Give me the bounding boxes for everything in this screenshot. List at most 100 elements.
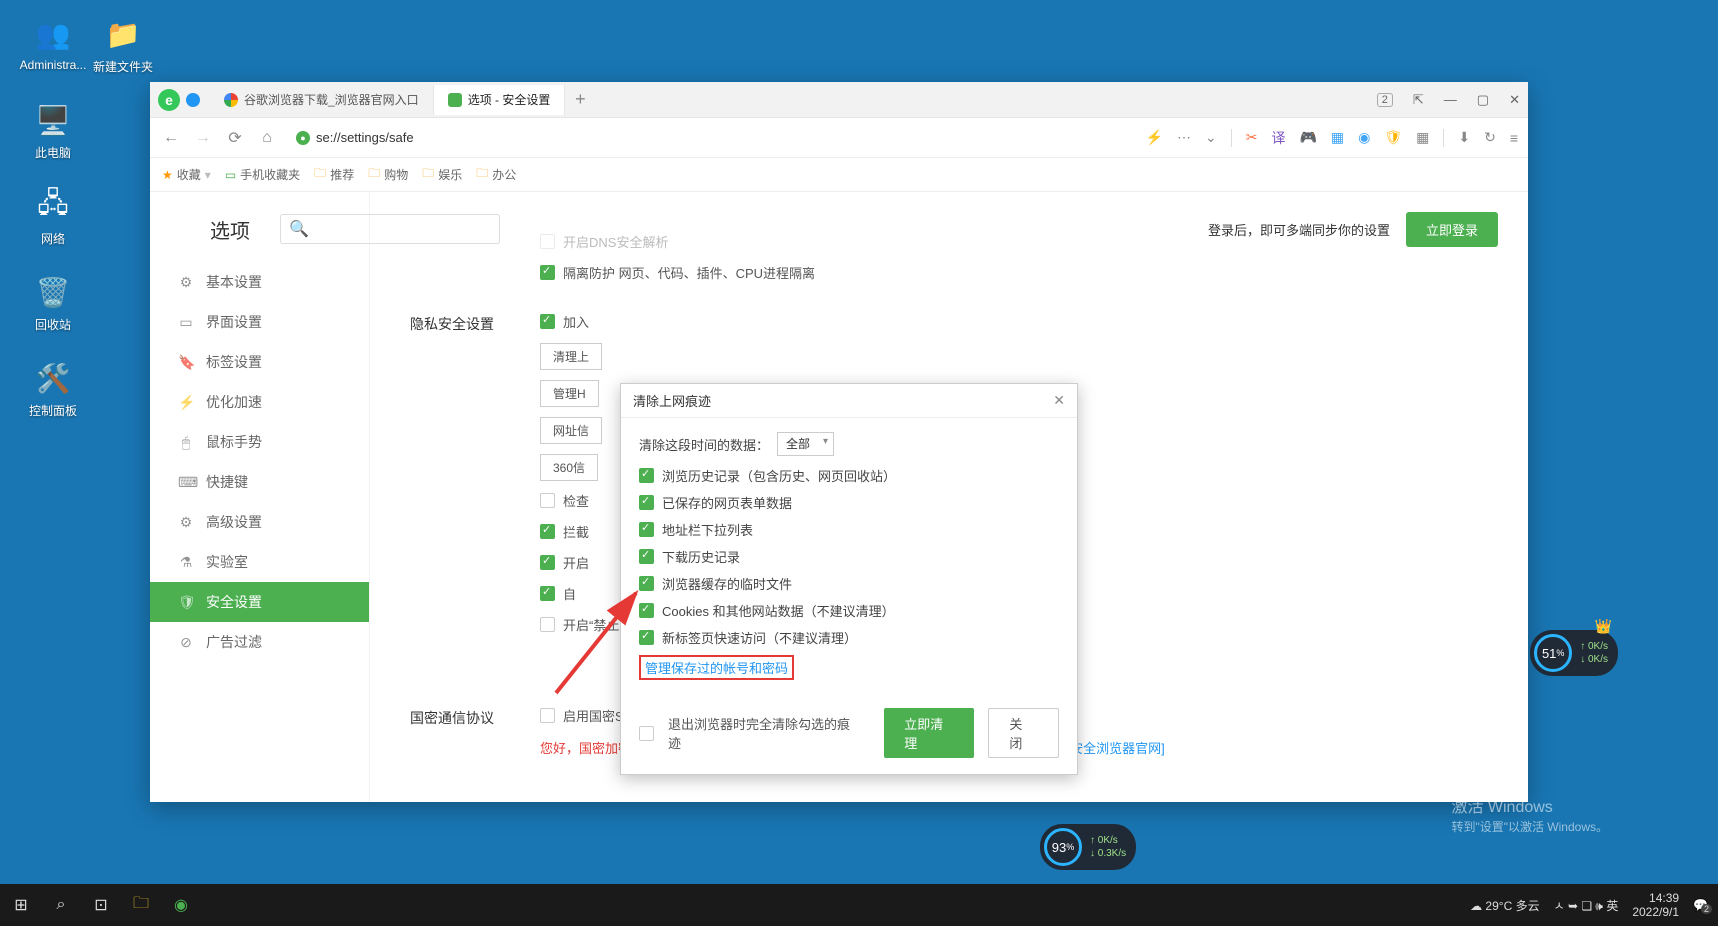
cloud-icon[interactable]: ◉ — [1358, 129, 1370, 146]
close-window-button[interactable]: ✕ — [1509, 92, 1520, 108]
tray-icons[interactable]: ㅅ ➥ ❏ 🕪 英 — [1554, 897, 1619, 914]
dnt-checkbox[interactable] — [540, 617, 555, 632]
menu-icon[interactable]: ≡ — [1510, 130, 1518, 146]
scissors-icon[interactable]: ✂ — [1246, 129, 1258, 146]
sidebar-item-shortcut[interactable]: ⌨快捷键 — [150, 462, 369, 502]
maximize-button[interactable]: ▢ — [1477, 92, 1489, 108]
search-button[interactable]: ⌕ — [50, 894, 72, 916]
clean-now-button[interactable]: 立即清理 — [884, 708, 974, 758]
chrome-icon — [224, 93, 238, 107]
clock[interactable]: 14:392022/9/1 — [1632, 891, 1679, 920]
pin-icon[interactable]: ⇱ — [1413, 92, 1424, 108]
dlg-chk-4[interactable] — [639, 576, 654, 591]
new-tab-button[interactable]: + — [565, 89, 595, 110]
sidebar-item-security[interactable]: 🛡安全设置 — [150, 582, 369, 622]
manage-h-button[interactable]: 管理H — [540, 380, 599, 407]
dlg-chk-3[interactable] — [639, 549, 654, 564]
minimize-button[interactable]: — — [1444, 92, 1457, 107]
browser-logo-icon: e — [158, 89, 180, 111]
browser-taskbar-icon[interactable]: ◉ — [170, 894, 192, 916]
url-info-button[interactable]: 网址信 — [540, 417, 602, 444]
windows-activation-watermark: 激活 Windows 转到"设置"以激活 Windows。 — [1451, 797, 1608, 836]
sidebar-item-mouse[interactable]: 🖱鼠标手势 — [150, 422, 369, 462]
lock-icon: ● — [296, 131, 310, 145]
tab-0[interactable]: 谷歌浏览器下载_浏览器官网入口 — [210, 85, 434, 115]
desktop-icon-pc[interactable]: 🖥️此电脑 — [18, 100, 88, 161]
sidebar-item-ui[interactable]: ▭界面设置 — [150, 302, 369, 342]
bookmark-entertain[interactable]: 🗀娱乐 — [422, 164, 462, 185]
tag-icon: 🔖 — [178, 354, 194, 371]
back-button[interactable]: ← — [160, 129, 182, 147]
clear-history-button[interactable]: 清理上 — [540, 343, 602, 370]
block-icon: ⊘ — [178, 634, 194, 651]
bookmark-mobile[interactable]: ▭手机收藏夹 — [225, 166, 300, 183]
forward-button[interactable]: → — [192, 129, 214, 147]
sync-indicator-icon[interactable] — [186, 93, 200, 107]
settings-sidebar: ⚙基本设置 ▭界面设置 🔖标签设置 ⚡优化加速 🖱鼠标手势 ⌨快捷键 ⚙高级设置… — [150, 192, 370, 802]
flash-icon: ⚡ — [178, 394, 194, 411]
toolbar: ← → ⟳ ⌂ ● se://settings/safe ⚡ ⋯ ⌄ ✂ 译 🎮… — [150, 118, 1528, 158]
dlg-chk-2[interactable] — [639, 522, 654, 537]
sidebar-item-lab[interactable]: ⚗实验室 — [150, 542, 369, 582]
note-icon[interactable]: ▦ — [1331, 129, 1344, 146]
dialog-title: 清除上网痕迹 — [633, 391, 711, 410]
join-checkbox[interactable] — [540, 314, 555, 329]
auto-checkbox[interactable] — [540, 586, 555, 601]
page-title: 选项 — [210, 215, 250, 244]
isolation-checkbox[interactable] — [540, 265, 555, 280]
window-count-badge[interactable]: 2 — [1377, 93, 1393, 107]
dialog-close-button[interactable]: ✕ — [1053, 392, 1065, 409]
block-checkbox[interactable] — [540, 524, 555, 539]
address-bar[interactable]: ● se://settings/safe — [288, 124, 1136, 152]
download-icon[interactable]: ⬇ — [1458, 129, 1470, 146]
sidebar-item-advanced[interactable]: ⚙高级设置 — [150, 502, 369, 542]
start-button[interactable]: ⊞ — [10, 894, 32, 916]
ssl-checkbox[interactable] — [540, 708, 555, 723]
bookmark-office[interactable]: 🗀办公 — [476, 164, 516, 185]
favorites-button[interactable]: ★收藏 ▾ — [162, 166, 211, 183]
check-checkbox[interactable] — [540, 493, 555, 508]
more-icon[interactable]: ⋯ — [1177, 129, 1191, 146]
flask-icon: ⚗ — [178, 554, 194, 571]
guomi-section-title: 国密通信协议 — [410, 706, 540, 728]
game-icon[interactable]: 🎮 — [1299, 129, 1316, 146]
perf-widget-1[interactable]: 93% ↑ 0K/s↓ 0.3K/s — [1040, 824, 1136, 870]
open-checkbox[interactable] — [540, 555, 555, 570]
home-button[interactable]: ⌂ — [256, 129, 278, 147]
dlg-chk-1[interactable] — [639, 495, 654, 510]
sidebar-item-basic[interactable]: ⚙基本设置 — [150, 262, 369, 302]
weather-widget[interactable]: ☁ 29°C 多云 — [1470, 897, 1540, 914]
tab-1[interactable]: 选项 - 安全设置 — [434, 85, 566, 115]
desktop-icon-controlpanel[interactable]: 🛠️控制面板 — [18, 358, 88, 419]
desktop-icon-network[interactable]: 🖧网络 — [18, 186, 88, 247]
desktop-icon-folder[interactable]: 📁新建文件夹 — [88, 14, 158, 75]
sidebar-item-adblock[interactable]: ⊘广告过滤 — [150, 622, 369, 662]
range-select[interactable]: 全部 — [777, 432, 834, 456]
manage-passwords-link[interactable]: 管理保存过的帐号和密码 — [645, 661, 788, 676]
exit-clear-checkbox[interactable] — [639, 726, 654, 741]
dlg-chk-0[interactable] — [639, 468, 654, 483]
sidebar-item-tabs[interactable]: 🔖标签设置 — [150, 342, 369, 382]
reload-button[interactable]: ⟳ — [224, 128, 246, 148]
desktop-icon-recycle[interactable]: 🗑️回收站 — [18, 272, 88, 333]
sidebar-item-boost[interactable]: ⚡优化加速 — [150, 382, 369, 422]
explorer-taskbar-icon[interactable]: 🗀 — [130, 894, 152, 916]
dlg-chk-5[interactable] — [639, 603, 654, 618]
chevron-down-icon[interactable]: ⌄ — [1205, 129, 1217, 146]
shield-icon[interactable]: 🛡 — [1384, 129, 1402, 146]
dlg-chk-6[interactable] — [639, 630, 654, 645]
translate-icon[interactable]: 译 — [1271, 128, 1285, 148]
flash-icon[interactable]: ⚡ — [1146, 129, 1163, 146]
dns-checkbox[interactable] — [540, 234, 555, 249]
history-icon[interactable]: ↻ — [1484, 129, 1496, 146]
dialog-cancel-button[interactable]: 关 闭 — [988, 708, 1059, 758]
bookmark-recommend[interactable]: 🗀推荐 — [314, 164, 354, 185]
range-label: 清除这段时间的数据： — [639, 435, 769, 454]
perf-widget-2[interactable]: 👑 51% ↑ 0K/s↓ 0K/s — [1530, 630, 1618, 676]
bookmark-shopping[interactable]: 🗀购物 — [368, 164, 408, 185]
notification-button[interactable]: 💬2 — [1693, 898, 1708, 912]
desktop-icon-admin[interactable]: 👥Administra... — [18, 14, 88, 72]
360-info-button[interactable]: 360信 — [540, 454, 598, 481]
apps-icon[interactable]: ▦ — [1416, 129, 1429, 146]
task-view-button[interactable]: ⊡ — [90, 894, 112, 916]
